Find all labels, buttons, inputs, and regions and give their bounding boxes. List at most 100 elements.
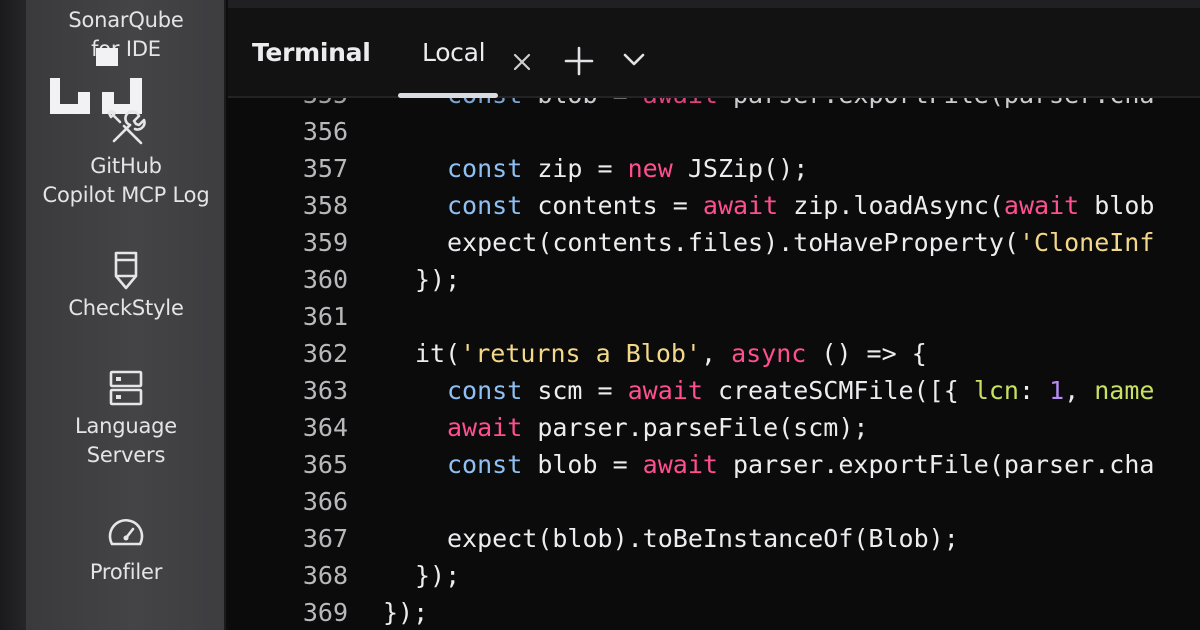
code-line[interactable]: 358 const contents = await zip.loadAsync(…: [228, 187, 1200, 224]
code-token: const: [447, 154, 538, 183]
gauge-icon: [108, 518, 144, 546]
code-token: await: [642, 450, 733, 479]
code-token: await: [643, 98, 733, 109]
terminal-header: Terminal Local: [228, 0, 1200, 98]
code-line[interactable]: 360});: [228, 261, 1200, 298]
wrench-screwdriver-icon: [107, 109, 146, 145]
code-text: });: [415, 261, 460, 298]
code-text: const blob = await parser.exportFile(par…: [447, 446, 1154, 483]
code-token: zip.loadAsync(: [793, 191, 1004, 220]
code-line[interactable]: 362 it('returns a Blob', async () => {: [228, 335, 1200, 372]
sidebar-item-language-servers[interactable]: Language Servers: [26, 368, 226, 470]
tab-label: Local: [422, 38, 486, 67]
code-token: const: [447, 376, 538, 405]
code-text: const scm = await createSCMFile([{ lcn: …: [447, 372, 1154, 409]
code-token: 'returns a Blob': [460, 339, 701, 368]
code-line[interactable]: 369});: [228, 594, 1200, 630]
line-number: 356: [302, 117, 348, 146]
server-icon: [109, 370, 143, 406]
code-token: 'CloneInf: [1018, 228, 1155, 257]
close-icon[interactable]: [512, 52, 532, 72]
code-token: ,: [700, 339, 732, 368]
code-line[interactable]: 357 const zip = new JSZip();: [228, 150, 1200, 187]
code-text: expect(contents.files).toHaveProperty('C…: [447, 224, 1154, 261]
code-token: await: [627, 376, 718, 405]
plus-icon[interactable]: [564, 46, 594, 76]
code-token: await: [1003, 191, 1095, 220]
tool-window-title: Terminal: [252, 38, 371, 67]
code-token: blob: [1094, 191, 1155, 220]
line-number: 358: [302, 191, 348, 220]
code-token: blob =: [537, 450, 643, 479]
line-number: 369: [302, 598, 348, 627]
line-number: 359: [302, 228, 348, 257]
code-text: expect(blob).toBeInstanceOf(Blob);: [447, 520, 959, 557]
code-line[interactable]: 359 expect(contents.files).toHaveProperty…: [228, 224, 1200, 261]
tool-window-sidebar: SonarQube for IDE GitHub Copilot MCP Log: [26, 0, 226, 630]
code-line[interactable]: 367 expect(blob).toBeInstanceOf(Blob);: [228, 520, 1200, 557]
code-token: parser.exportFile(parser.cha: [732, 450, 1155, 479]
code-token: lcn: [973, 376, 1019, 405]
code-token: const: [447, 98, 537, 109]
sidebar-item-label: GitHub Copilot MCP Log: [42, 154, 210, 207]
sidebar-item-label: Profiler: [89, 560, 163, 584]
code-line[interactable]: 364 await parser.parseFile(scm);: [228, 409, 1200, 446]
code-token: expect(contents.files).toHaveProperty(: [447, 228, 1019, 257]
code-token: blob =: [537, 98, 642, 109]
code-token: name: [1094, 376, 1155, 405]
code-token: });: [383, 598, 429, 627]
code-line[interactable]: 366: [228, 483, 1200, 520]
code-token: :: [1018, 376, 1050, 405]
line-number: 368: [302, 561, 348, 590]
code-text: const blob = await parser.exportFile(par…: [447, 98, 1154, 113]
chevron-down-icon[interactable]: [622, 52, 646, 68]
line-number: 364: [302, 413, 348, 442]
code-line[interactable]: 363 const scm = await createSCMFile([{ lc…: [228, 372, 1200, 409]
code-token: await: [702, 191, 794, 220]
code-token: zip =: [537, 154, 628, 183]
code-line[interactable]: 361: [228, 298, 1200, 335]
line-number: 357: [302, 154, 348, 183]
code-text: it('returns a Blob', async () => {: [415, 335, 927, 372]
window-edge: [0, 0, 26, 630]
code-text: });: [383, 594, 428, 630]
code-token: parser.parseFile(scm);: [537, 413, 869, 442]
code-token: ,: [1064, 376, 1095, 405]
code-token: 1: [1049, 376, 1065, 405]
code-line[interactable]: 356: [228, 113, 1200, 150]
code-token: createSCMFile([{: [717, 376, 974, 405]
code-text: });: [415, 557, 460, 594]
code-token: const: [447, 191, 538, 220]
code-text: const zip = new JSZip();: [447, 150, 808, 187]
code-token: new: [627, 154, 688, 183]
code-editor[interactable]: 355 const blob = await parser.exportFile(…: [228, 98, 1200, 630]
code-token: });: [415, 561, 461, 590]
sidebar-item-label: Language Servers: [74, 414, 178, 467]
code-token: });: [415, 265, 461, 294]
code-token: expect(blob).toBeInstanceOf(Blob);: [447, 524, 959, 553]
code-token: contents =: [537, 191, 703, 220]
line-number: 366: [302, 487, 348, 516]
code-text: await parser.parseFile(scm);: [447, 409, 868, 446]
line-number: 367: [302, 524, 348, 553]
sidebar-item-copilot-mcp-log[interactable]: GitHub Copilot MCP Log: [26, 108, 226, 210]
line-number: 363: [302, 376, 348, 405]
sidebar-item-label: CheckStyle: [68, 296, 184, 320]
code-token: it(: [415, 339, 461, 368]
line-number: 362: [302, 339, 348, 368]
code-line[interactable]: 368});: [228, 557, 1200, 594]
code-token: JSZip();: [687, 154, 809, 183]
line-number: 355: [268, 98, 348, 113]
blocks-icon: [50, 48, 142, 114]
code-token: const: [447, 450, 538, 479]
code-token: parser.exportFile(parser.cha: [733, 98, 1154, 109]
code-line[interactable]: 365 const blob = await parser.exportFile(…: [228, 446, 1200, 483]
sidebar-item-checkstyle[interactable]: CheckStyle: [26, 250, 226, 323]
line-number: 365: [302, 450, 348, 479]
sidebar-item-profiler[interactable]: Profiler: [26, 514, 226, 587]
code-text: const contents = await zip.loadAsync(awa…: [447, 187, 1154, 224]
line-number: 360: [302, 265, 348, 294]
code-line[interactable]: 355 const blob = await parser.exportFile(…: [228, 98, 1200, 113]
code-token: scm =: [537, 376, 628, 405]
pencil-icon: [114, 251, 138, 290]
